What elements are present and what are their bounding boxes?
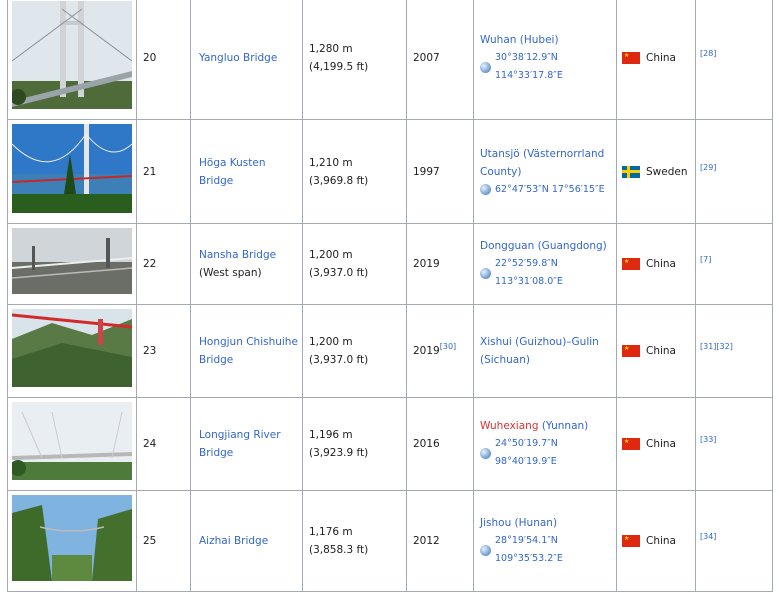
coordinates-link[interactable]: 30°38′12.9″N 114°33′17.8″E bbox=[495, 49, 616, 85]
location-region-link[interactable]: (Guangdong) bbox=[534, 240, 607, 252]
year-ref-link[interactable]: [30] bbox=[440, 342, 456, 351]
china-flag-icon bbox=[622, 345, 640, 357]
rank: 21 bbox=[143, 165, 157, 178]
china-flag-icon bbox=[622, 438, 640, 450]
country-name: China bbox=[646, 345, 676, 357]
bridge-table: 20 Yangluo Bridge 1,280 m (4,199.5 ft) 2007 W… bbox=[7, 0, 773, 592]
location-link[interactable]: Dongguan bbox=[480, 240, 534, 252]
year: 2012 bbox=[413, 535, 440, 547]
coordinates-link[interactable]: 28°19′54.1″N 109°35′53.2″E bbox=[495, 532, 616, 568]
table-row: 20 Yangluo Bridge 1,280 m (4,199.5 ft) 2007 W… bbox=[7, 0, 773, 120]
bridge-name-link[interactable]: Longjiang River bbox=[199, 429, 281, 441]
reference-link[interactable]: [29] bbox=[700, 163, 716, 172]
year: 1997 bbox=[413, 165, 440, 178]
table-row: 22 Nansha Bridge (West span) 1,200 m (3,937.… bbox=[7, 223, 773, 305]
bridge-name-link[interactable]: Höga Kusten bbox=[199, 157, 265, 169]
china-flag-icon bbox=[622, 52, 640, 64]
bridge-name-link[interactable]: Aizhai Bridge bbox=[199, 535, 268, 547]
year: 2016 bbox=[413, 438, 440, 450]
span-feet: (3,923.9 ft) bbox=[309, 447, 369, 459]
globe-icon[interactable] bbox=[480, 544, 491, 556]
rank: 24 bbox=[143, 438, 157, 450]
bridge-photo-cell bbox=[7, 0, 137, 120]
country-name: China bbox=[646, 52, 676, 64]
reference-link[interactable]: [34] bbox=[700, 532, 716, 541]
reference-link[interactable]: [28] bbox=[700, 49, 716, 58]
bridge-photo[interactable] bbox=[12, 402, 132, 486]
rank: 23 bbox=[143, 345, 157, 357]
bridge-photo-cell bbox=[7, 119, 137, 224]
globe-icon[interactable] bbox=[480, 184, 491, 195]
bridge-name-link[interactable]: Yangluo Bridge bbox=[199, 52, 277, 64]
china-flag-icon bbox=[622, 535, 640, 547]
country-name: China bbox=[646, 258, 676, 270]
country-name: Sweden bbox=[646, 165, 688, 178]
bridge-photo[interactable] bbox=[12, 1, 132, 115]
location-link[interactable]: Wuhexiang bbox=[480, 420, 538, 432]
location-region-link[interactable]: (Yunnan) bbox=[538, 420, 588, 432]
span-feet: (3,937.0 ft) bbox=[309, 267, 369, 279]
bridge-photo[interactable] bbox=[12, 309, 132, 393]
bridge-name-link[interactable]: Nansha Bridge bbox=[199, 249, 276, 261]
country-name: China bbox=[646, 438, 676, 450]
location-region-link[interactable]: (Hubei) bbox=[516, 34, 559, 46]
span-meters: 1,196 m bbox=[309, 429, 353, 441]
year: 2019 bbox=[413, 258, 440, 270]
reference-link[interactable]: [33] bbox=[700, 435, 716, 444]
reference-link[interactable]: [31][32] bbox=[700, 342, 733, 351]
globe-icon[interactable] bbox=[480, 61, 491, 73]
table-row: 25 Aizhai Bridge 1,176 m (3,858.3 ft) 2012 Ji… bbox=[7, 490, 773, 592]
table-row: 24 Longjiang River Bridge 1,196 m (3,923.9 f… bbox=[7, 397, 773, 491]
rank: 22 bbox=[143, 258, 157, 270]
country-name: China bbox=[646, 535, 676, 547]
location-link[interactable]: Utansjö bbox=[480, 148, 520, 160]
rank: 25 bbox=[143, 535, 157, 547]
bridge-note: (West span) bbox=[199, 267, 262, 279]
bridge-name-link-cont[interactable]: Bridge bbox=[199, 354, 233, 366]
sweden-flag-icon bbox=[622, 165, 640, 178]
bridge-name-link[interactable]: Hongjun Chishuihe bbox=[199, 336, 298, 348]
span-meters: 1,210 m bbox=[309, 156, 353, 169]
globe-icon[interactable] bbox=[480, 447, 491, 459]
span-meters: 1,200 m bbox=[309, 249, 353, 261]
span-feet: (3,937.0 ft) bbox=[309, 354, 369, 366]
bridge-photo-cell bbox=[7, 490, 137, 592]
span-meters: 1,176 m bbox=[309, 526, 353, 538]
coordinates-link[interactable]: 24°50′19.7″N 98°40′19.9″E bbox=[495, 435, 616, 471]
globe-icon[interactable] bbox=[480, 267, 491, 279]
bridge-photo[interactable] bbox=[12, 228, 132, 300]
span-feet: (3,858.3 ft) bbox=[309, 544, 369, 556]
bridge-name-link-cont[interactable]: Bridge bbox=[199, 447, 233, 459]
bridge-photo-cell bbox=[7, 223, 137, 305]
span-meters: 1,280 m bbox=[309, 43, 353, 55]
span-feet: (4,199.5 ft) bbox=[309, 61, 369, 73]
span-feet: (3,969.8 ft) bbox=[309, 174, 369, 187]
bridge-photo[interactable] bbox=[12, 124, 132, 219]
bridge-photo[interactable] bbox=[12, 495, 132, 587]
bridge-name-link-cont[interactable]: Bridge bbox=[199, 175, 233, 187]
china-flag-icon bbox=[622, 258, 640, 270]
location-link[interactable]: Wuhan bbox=[480, 34, 516, 46]
location-link[interactable]: Xishui bbox=[480, 336, 512, 348]
bridge-photo-cell bbox=[7, 397, 137, 491]
location-region-link[interactable]: (Hunan) bbox=[511, 517, 558, 529]
table-row: 23 Hongjun Chishuihe Bridge 1,200 m (3,937.0… bbox=[7, 304, 773, 398]
bridge-photo-cell bbox=[7, 304, 137, 398]
year: 2007 bbox=[413, 52, 440, 64]
table-row: 21 Höga Kusten Bridge 1,210 m (3,969.8 ft) 19… bbox=[7, 119, 773, 224]
rank: 20 bbox=[143, 52, 157, 64]
year: 2019 bbox=[413, 344, 440, 357]
coordinates-link[interactable]: 62°47′53″N 17°56′15″E bbox=[495, 181, 605, 199]
coordinates-link[interactable]: 22°52′59.8″N 113°31′08.0″E bbox=[495, 255, 616, 291]
location-link[interactable]: Jishou bbox=[480, 517, 511, 529]
reference-link[interactable]: [7] bbox=[700, 255, 711, 264]
span-meters: 1,200 m bbox=[309, 336, 353, 348]
